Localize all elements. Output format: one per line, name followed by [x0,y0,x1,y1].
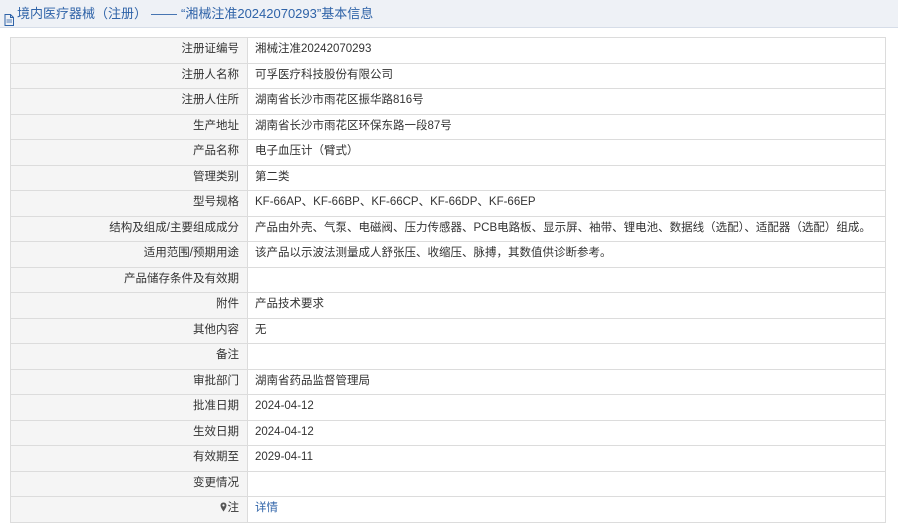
row-label: 批准日期 [10,394,248,421]
table-row: 型号规格 KF-66AP、KF-66BP、KF-66CP、KF-66DP、KF-6… [10,190,886,217]
row-value: 产品由外壳、气泵、电磁阀、压力传感器、PCB电路板、显示屏、袖带、锂电池、数据线… [247,215,886,242]
info-table-container: 注册证编号 湘械注准20242070293 注册人名称 可孚医疗科技股份有限公司 注册人… [10,37,886,523]
info-table: 注册证编号 湘械注准20242070293 注册人名称 可孚医疗科技股份有限公司 注册人… [10,37,886,523]
row-value: 可孚医疗科技股份有限公司 [247,62,886,89]
row-label: 注册证编号 [10,37,248,64]
table-row: 注册人名称 可孚医疗科技股份有限公司 [10,62,886,89]
table-row: 审批部门 湖南省药品监督管理局 [10,368,886,395]
row-value: 第二类 [247,164,886,191]
table-row: 管理类别 第二类 [10,164,886,191]
table-row: 有效期至 2029-04-11 [10,445,886,472]
note-label: 注 [227,502,240,515]
row-label: 型号规格 [10,190,248,217]
table-row: 产品名称 电子血压计（臂式） [10,139,886,166]
row-label: 结构及组成/主要组成成分 [10,215,248,242]
row-value: 湖南省长沙市雨花区环保东路一段87号 [247,113,886,140]
table-row: 备注 [10,343,886,370]
map-pin-icon [220,502,227,514]
note-row: 注 详情 [10,496,886,523]
row-label: 注册人名称 [10,62,248,89]
row-value: 湖南省药品监督管理局 [247,368,886,395]
table-row: 适用范围/预期用途 该产品以示波法测量成人舒张压、收缩压、脉搏，其数值供诊断参考。 [10,241,886,268]
table-row: 批准日期 2024-04-12 [10,394,886,421]
row-value [247,470,886,497]
row-value: 产品技术要求 [247,292,886,319]
row-value: 湘械注准20242070293 [247,37,886,64]
table-row: 附件 产品技术要求 [10,292,886,319]
row-label: 生效日期 [10,419,248,446]
table-row: 注册人住所 湖南省长沙市雨花区振华路816号 [10,88,886,115]
details-link[interactable]: 详情 [255,502,278,514]
row-value: 2024-04-12 [247,419,886,446]
row-label: 有效期至 [10,445,248,472]
document-icon [4,8,14,26]
page-title: “湘械注准20242070293”基本信息 [181,5,374,21]
row-label: 产品名称 [10,139,248,166]
table-row: 生产地址 湖南省长沙市雨花区环保东路一段87号 [10,113,886,140]
row-label: 附件 [10,292,248,319]
row-label: 备注 [10,343,248,370]
row-value: 无 [247,317,886,344]
row-value: 湖南省长沙市雨花区振华路816号 [247,88,886,115]
row-label: 生产地址 [10,113,248,140]
row-label: 注册人住所 [10,88,248,115]
note-label-cell: 注 [10,496,248,523]
row-label: 审批部门 [10,368,248,395]
row-value [247,343,886,370]
row-value: 2029-04-11 [247,445,886,472]
table-row: 注册证编号 湘械注准20242070293 [10,37,886,64]
row-value: 电子血压计（臂式） [247,139,886,166]
row-value: 2024-04-12 [247,394,886,421]
row-label: 变更情况 [10,470,248,497]
note-value-cell: 详情 [247,496,886,523]
row-value: 该产品以示波法测量成人舒张压、收缩压、脉搏，其数值供诊断参考。 [247,241,886,268]
row-value: KF-66AP、KF-66BP、KF-66CP、KF-66DP、KF-66EP [247,190,886,217]
row-label: 适用范围/预期用途 [10,241,248,268]
table-row: 变更情况 [10,470,886,497]
table-row: 产品储存条件及有效期 [10,266,886,293]
row-label: 其他内容 [10,317,248,344]
row-label: 管理类别 [10,164,248,191]
table-row: 生效日期 2024-04-12 [10,419,886,446]
header-dash: —— [151,5,178,21]
header-section: 境内医疗器械（注册） [17,5,148,21]
table-row: 其他内容无 [10,317,886,344]
row-label: 产品储存条件及有效期 [10,266,248,293]
page-header: 境内医疗器械（注册） —— “湘械注准20242070293”基本信息 [0,0,898,28]
row-value [247,266,886,293]
table-row: 结构及组成/主要组成成分 产品由外壳、气泵、电磁阀、压力传感器、PCB电路板、显示… [10,215,886,242]
